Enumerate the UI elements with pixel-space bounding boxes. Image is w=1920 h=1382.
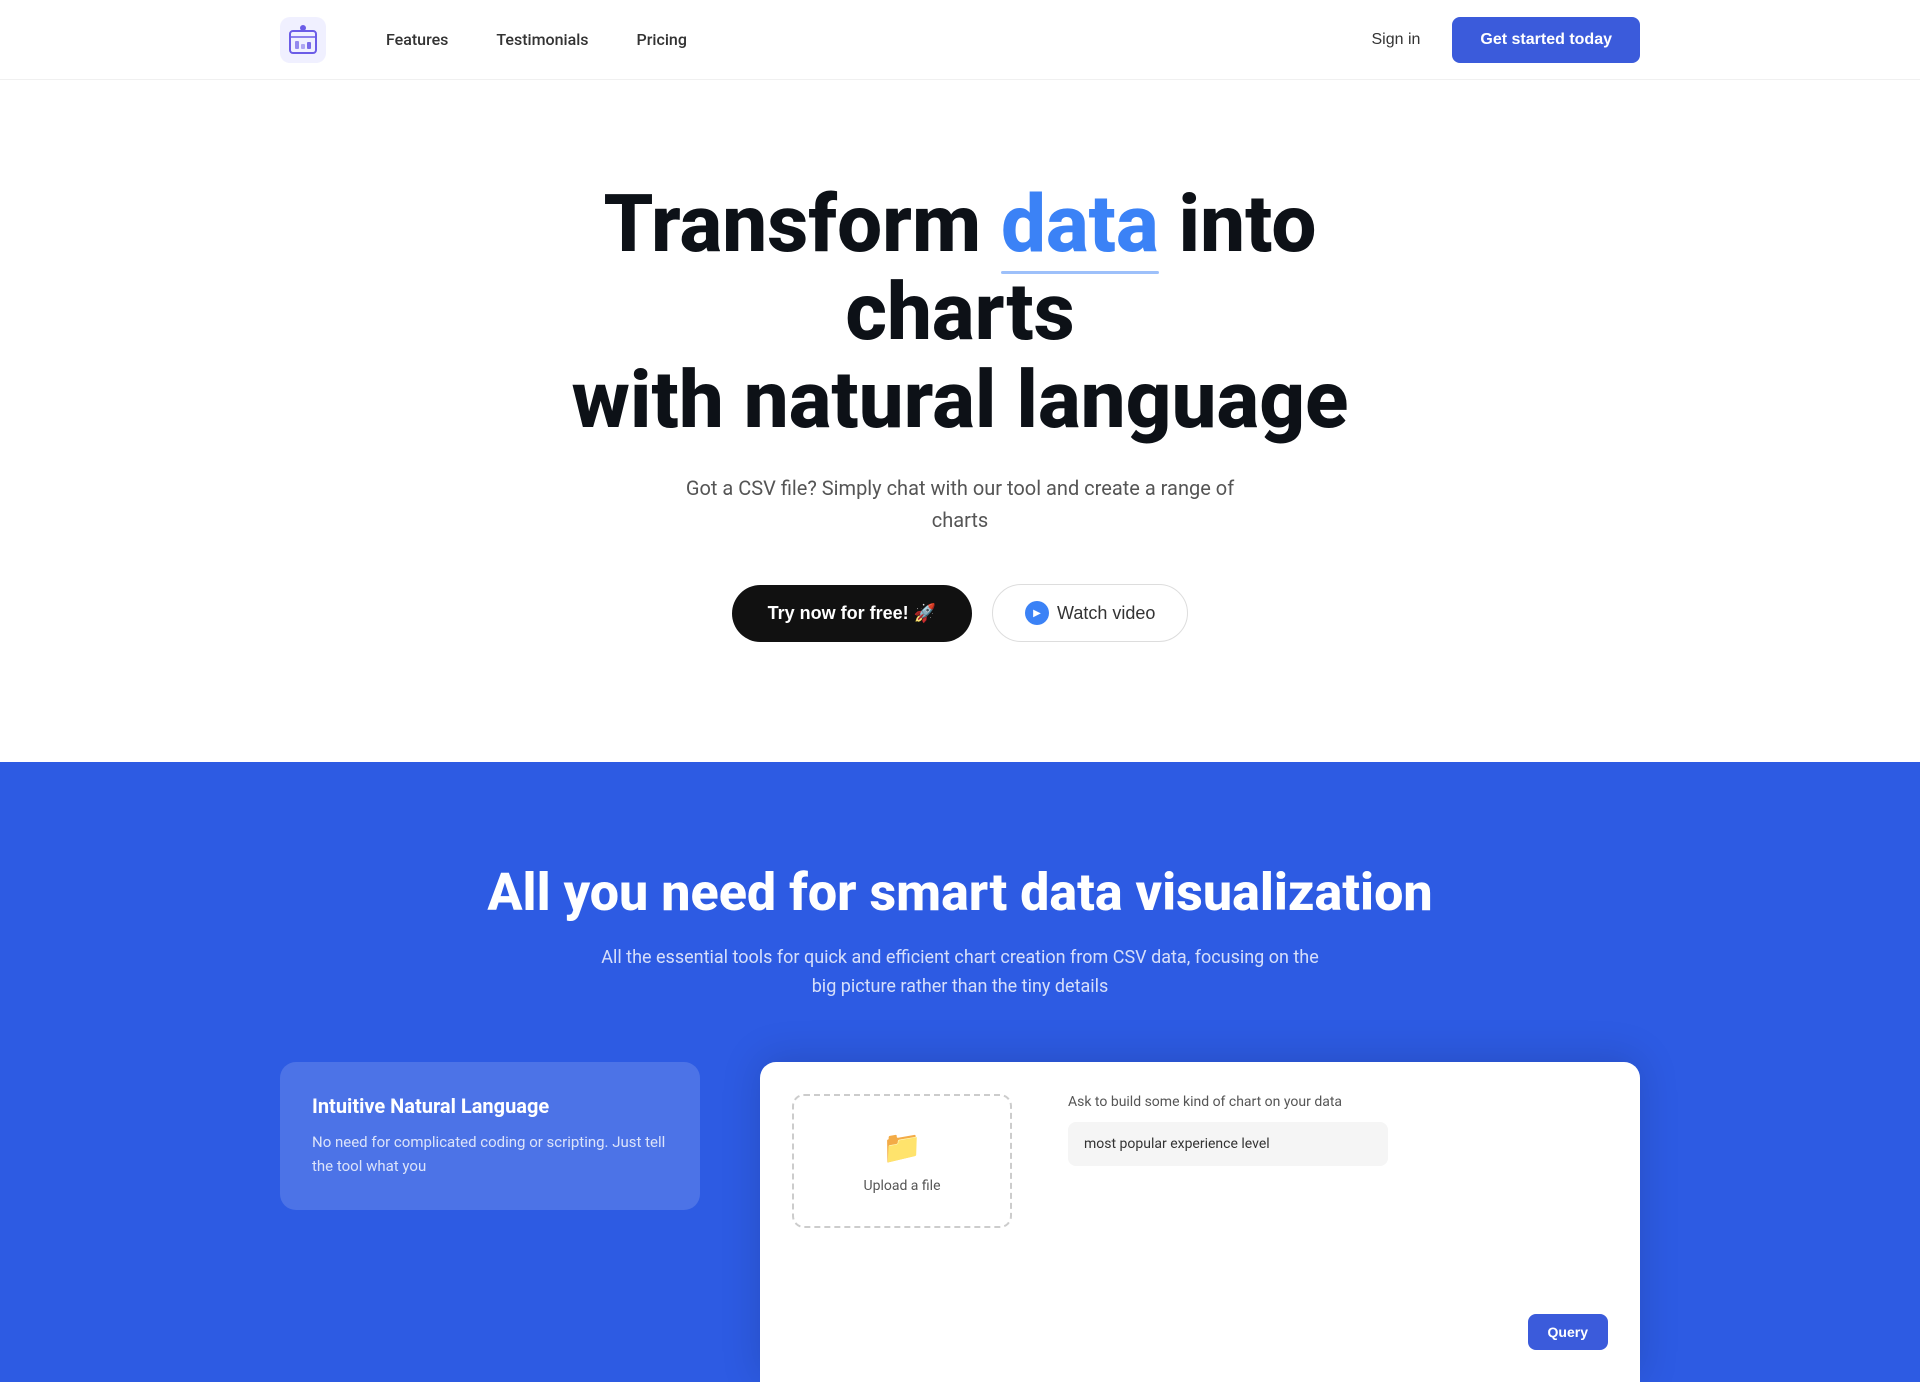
navbar: Features Testimonials Pricing Sign in Ge… xyxy=(0,0,1920,80)
hero-subtitle: Got a CSV file? Simply chat with our too… xyxy=(660,472,1260,536)
watch-video-button[interactable]: ▶ Watch video xyxy=(992,584,1188,642)
features-content: Intuitive Natural Language No need for c… xyxy=(280,1062,1640,1382)
feature-card-desc: No need for complicated coding or script… xyxy=(312,1130,668,1178)
hero-title: Transform data into charts with natural … xyxy=(510,180,1410,444)
query-button[interactable]: Query xyxy=(1528,1314,1608,1350)
try-free-button[interactable]: Try now for free! 🚀 xyxy=(732,585,972,642)
features-list: Intuitive Natural Language No need for c… xyxy=(280,1062,700,1226)
hero-title-highlight: data xyxy=(1001,180,1159,268)
logo[interactable] xyxy=(280,17,326,63)
hero-title-line2: with natural language xyxy=(572,353,1349,447)
hero-buttons: Try now for free! 🚀 ▶ Watch video xyxy=(732,584,1189,642)
nav-links: Features Testimonials Pricing xyxy=(386,30,1371,49)
upload-area[interactable]: 📁 Upload a file xyxy=(792,1094,1012,1228)
chat-prompt: Ask to build some kind of chart on your … xyxy=(1068,1094,1608,1110)
play-icon: ▶ xyxy=(1025,601,1049,625)
sign-in-button[interactable]: Sign in xyxy=(1371,31,1420,49)
watch-video-label: Watch video xyxy=(1057,603,1155,624)
chat-input[interactable]: most popular experience level xyxy=(1068,1122,1388,1166)
upload-label: Upload a file xyxy=(826,1178,978,1194)
nav-testimonials[interactable]: Testimonials xyxy=(496,30,588,49)
features-section: All you need for smart data visualizatio… xyxy=(0,762,1920,1382)
upload-icon: 📁 xyxy=(826,1128,978,1166)
hero-title-part1: Transform xyxy=(604,177,1001,271)
features-subtitle: All the essential tools for quick and ef… xyxy=(600,944,1320,1002)
nav-features[interactable]: Features xyxy=(386,30,448,49)
hero-section: Transform data into charts with natural … xyxy=(0,80,1920,762)
app-preview: 📁 Upload a file Ask to build some kind o… xyxy=(760,1062,1640,1382)
chat-area: Ask to build some kind of chart on your … xyxy=(1068,1094,1608,1166)
nav-right: Sign in Get started today xyxy=(1371,17,1640,63)
features-title: All you need for smart data visualizatio… xyxy=(280,862,1640,924)
features-header: All you need for smart data visualizatio… xyxy=(280,862,1640,1002)
nav-pricing[interactable]: Pricing xyxy=(637,30,687,49)
get-started-button[interactable]: Get started today xyxy=(1452,17,1640,63)
feature-card-title: Intuitive Natural Language xyxy=(312,1094,668,1118)
feature-card-natural-language: Intuitive Natural Language No need for c… xyxy=(280,1062,700,1210)
